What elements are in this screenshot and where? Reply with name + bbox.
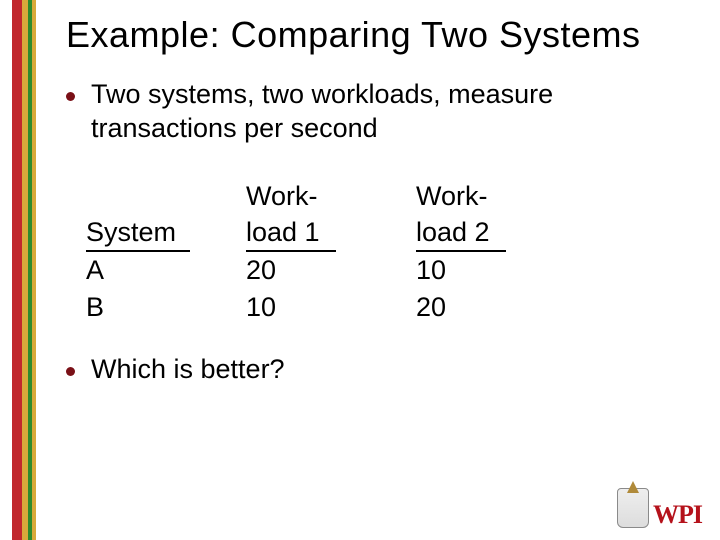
- bullet-text: Which is better?: [91, 353, 285, 387]
- bullet-text: Two systems, two workloads, measure tran…: [91, 78, 651, 146]
- table-header-system: System: [86, 178, 246, 253]
- cell-w1: 20: [246, 252, 416, 288]
- table-row: A 20 10: [86, 252, 696, 288]
- bullet-dot-icon: [66, 92, 75, 101]
- cell-system: A: [86, 252, 246, 288]
- bullet-list: Two systems, two workloads, measure tran…: [66, 78, 696, 146]
- cell-w2: 10: [416, 252, 586, 288]
- bullet-item: Which is better?: [66, 353, 696, 387]
- wpi-wordmark: WPI: [653, 502, 702, 528]
- comparison-table: System Work-load 1 Work-load 2 A 20 10 B…: [86, 178, 696, 326]
- wpi-seal-icon: [617, 488, 649, 528]
- table-row: B 10 20: [86, 289, 696, 325]
- bullet-dot-icon: [66, 367, 75, 376]
- wpi-logo: WPI: [617, 488, 702, 528]
- slide-body: Example: Comparing Two Systems Two syste…: [48, 14, 696, 526]
- cell-w2: 20: [416, 289, 586, 325]
- slide-title: Example: Comparing Two Systems: [66, 14, 696, 56]
- left-accent-stripe: [0, 0, 40, 540]
- table-header-workload2: Work-load 2: [416, 178, 586, 253]
- table-header-row: System Work-load 1 Work-load 2: [86, 178, 696, 253]
- bullet-list: Which is better?: [66, 353, 696, 387]
- cell-system: B: [86, 289, 246, 325]
- cell-w1: 10: [246, 289, 416, 325]
- table-header-workload1: Work-load 1: [246, 178, 416, 253]
- bullet-item: Two systems, two workloads, measure tran…: [66, 78, 696, 146]
